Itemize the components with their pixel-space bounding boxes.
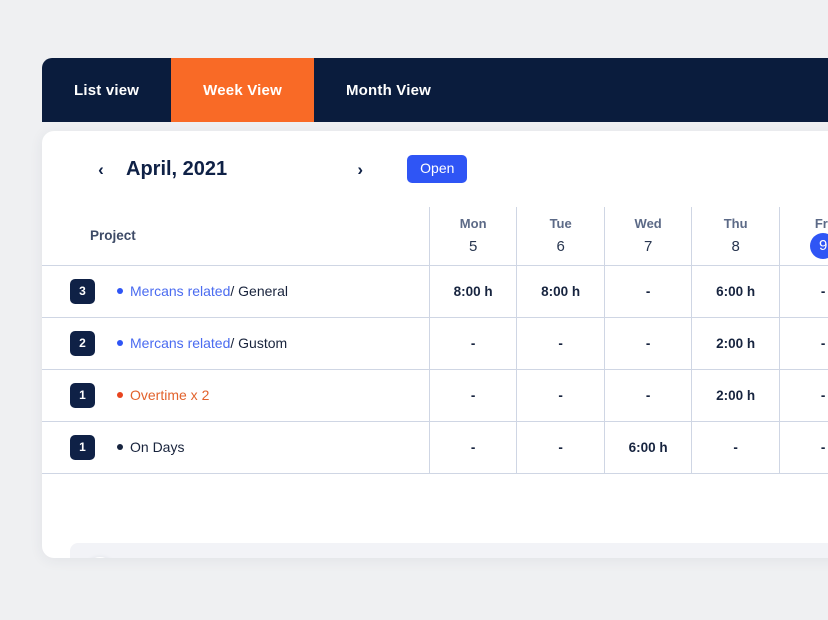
project-name[interactable]: Overtime x 2 (130, 387, 209, 403)
project-name[interactable]: On Days (130, 439, 184, 455)
column-header-day-thu: Thu 8 (691, 207, 780, 266)
column-header-day-mon: Mon 5 (428, 207, 517, 266)
previous-month-icon[interactable]: ‹ (90, 158, 112, 180)
table-row[interactable]: 3 Mercans related / General 8:00 h 8:00 … (42, 265, 828, 318)
tab-week-view[interactable]: Week View (171, 58, 314, 122)
hours-cell[interactable]: - (428, 369, 517, 422)
entry-count-badge: 2 (70, 330, 95, 356)
column-header-project: Project (42, 207, 430, 266)
entry-count-badge: 3 (70, 278, 95, 304)
timesheet-table: Project Mon 5 Tue 6 Wed 7 Thu 8 Fr 9 3 M… (42, 207, 828, 474)
hours-cell[interactable]: 6:00 h (691, 265, 780, 318)
status-dot-icon (117, 392, 123, 398)
chevron-down-icon[interactable]: ⌄ (85, 557, 115, 558)
hours-cell[interactable]: 2:00 h (691, 369, 780, 422)
hours-cell[interactable]: - (428, 317, 517, 370)
project-cell: 2 Mercans related / Gustom (42, 317, 430, 370)
day-of-week-label: Thu (723, 216, 748, 232)
hours-cell[interactable]: 6:00 h (603, 421, 692, 474)
day-of-month-label: 8 (731, 238, 740, 256)
day-of-week-label: Tue (549, 216, 572, 232)
table-row[interactable]: 2 Mercans related / Gustom - - - 2:00 h … (42, 317, 828, 370)
hours-cell[interactable]: - (691, 421, 780, 474)
column-header-day-wed: Wed 7 (603, 207, 692, 266)
month-label: April, 2021 (126, 157, 228, 180)
project-name[interactable]: Mercans related (130, 335, 230, 351)
day-of-week-label: Wed (634, 216, 662, 232)
entry-count-badge: 1 (70, 382, 95, 408)
hours-cell[interactable]: 8:00 h (428, 265, 517, 318)
hours-cell[interactable]: - (516, 421, 605, 474)
project-cell: 1 On Days (42, 421, 430, 474)
table-header: Project Mon 5 Tue 6 Wed 7 Thu 8 Fr 9 (42, 207, 828, 266)
tab-list-view[interactable]: List view (42, 58, 171, 122)
day-of-month-label: 6 (556, 238, 565, 256)
totals-row: ⌄ Total hours reported 8:00 h 8:00 h 6:0… (70, 543, 828, 558)
hours-cell[interactable]: - (603, 369, 692, 422)
hours-cell[interactable]: - (778, 369, 828, 422)
status-dot-icon (117, 444, 123, 450)
hours-cell[interactable]: - (516, 369, 605, 422)
day-of-week-label: Fri (814, 216, 828, 232)
hours-cell[interactable]: - (516, 317, 605, 370)
day-of-month-label-selected: 9 (810, 233, 828, 260)
project-cell: 3 Mercans related / General (42, 265, 430, 318)
status-dot-icon (117, 340, 123, 346)
table-row[interactable]: 1 Overtime x 2 - - - 2:00 h - (42, 369, 828, 422)
hours-cell[interactable]: - (603, 317, 692, 370)
hours-cell[interactable]: - (428, 421, 517, 474)
project-subname: / Gustom (230, 335, 288, 351)
day-of-month-label: 7 (643, 238, 653, 256)
project-name[interactable]: Mercans related (130, 283, 230, 299)
day-of-month-label: 5 (468, 238, 478, 256)
view-tabs: List view Week View Month View (42, 58, 828, 122)
hours-cell[interactable]: - (778, 317, 828, 370)
project-subname: / General (230, 283, 288, 299)
status-dot-icon (117, 288, 123, 294)
hours-cell[interactable]: 2:00 h (691, 317, 780, 370)
column-header-day-fri: Fri 9 (778, 207, 828, 266)
open-button[interactable]: Open (407, 154, 468, 184)
next-month-icon[interactable]: › (349, 158, 371, 180)
hours-cell[interactable]: 8:00 h (516, 265, 605, 318)
hours-cell[interactable]: - (778, 421, 828, 474)
table-body: 3 Mercans related / General 8:00 h 8:00 … (42, 265, 828, 474)
hours-cell[interactable]: - (778, 265, 828, 318)
date-navigation: ‹ April, 2021 › Open (42, 131, 828, 207)
day-of-week-label: Mon (459, 216, 487, 232)
tab-month-view[interactable]: Month View (314, 58, 463, 122)
hours-cell[interactable]: - (603, 265, 692, 318)
timesheet-widget: List view Week View Month View ‹ April, … (42, 58, 828, 558)
column-header-day-tue: Tue 6 (516, 207, 605, 266)
entry-count-badge: 1 (70, 434, 95, 460)
project-cell: 1 Overtime x 2 (42, 369, 430, 422)
timesheet-card: ‹ April, 2021 › Open Project Mon 5 Tue 6… (42, 131, 828, 558)
table-row[interactable]: 1 On Days - - 6:00 h - - (42, 421, 828, 474)
